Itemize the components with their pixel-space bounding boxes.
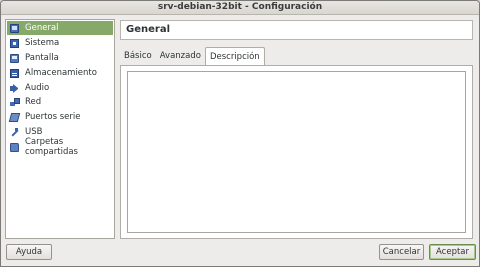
- tab-descripcion[interactable]: Descripción: [204, 47, 265, 66]
- chip-icon: [10, 38, 19, 48]
- monitor-icon: [10, 23, 19, 33]
- sidebar-item-label: Carpetas compartidas: [25, 137, 78, 157]
- sidebar-item-label: Pantalla: [25, 53, 59, 63]
- network-icon: [10, 97, 20, 107]
- sidebar-item-label: USB: [25, 127, 43, 137]
- cancel-button[interactable]: Cancelar: [379, 244, 424, 260]
- folder-icon: [10, 142, 19, 152]
- sidebar-item-label: Audio: [25, 83, 50, 93]
- sidebar-item-audio[interactable]: Audio: [7, 81, 113, 95]
- sidebar-item-label: Red: [25, 97, 42, 107]
- window-title: srv-debian-32bit - Configuración: [1, 1, 479, 15]
- usb-icon: [10, 127, 19, 137]
- storage-icon: [10, 68, 19, 78]
- sidebar-item-sistema[interactable]: Sistema: [7, 36, 113, 50]
- tab-basico[interactable]: Básico: [120, 47, 156, 65]
- sidebar-item-label: General: [25, 23, 59, 33]
- tab-bar: Básico Avanzado Descripción: [120, 47, 265, 66]
- sidebar-item-general[interactable]: General: [7, 21, 113, 35]
- tab-panel-descripcion: [120, 65, 473, 239]
- settings-sidebar: General Sistema Pantalla Almacenamiento …: [5, 19, 115, 239]
- sidebar-item-almacenamiento[interactable]: Almacenamiento: [7, 66, 113, 80]
- display-icon: [10, 53, 19, 63]
- sidebar-item-puertos-serie[interactable]: Puertos serie: [7, 110, 113, 124]
- help-button[interactable]: Ayuda: [6, 244, 52, 260]
- section-header: General: [120, 20, 473, 40]
- sidebar-item-label: Sistema: [25, 38, 60, 48]
- sidebar-item-label: Puertos serie: [25, 112, 81, 122]
- tab-avanzado[interactable]: Avanzado: [156, 47, 205, 65]
- sidebar-item-carpetas-compartidas[interactable]: Carpetas compartidas: [7, 137, 113, 157]
- sidebar-item-label: Almacenamiento: [25, 68, 97, 78]
- speaker-icon: [10, 83, 19, 93]
- serial-port-icon: [8, 112, 21, 122]
- sidebar-item-red[interactable]: Red: [7, 95, 113, 109]
- description-textarea[interactable]: [127, 71, 466, 233]
- settings-window: srv-debian-32bit - Configuración General…: [0, 0, 480, 267]
- accept-button[interactable]: Aceptar: [429, 244, 476, 260]
- sidebar-item-pantalla[interactable]: Pantalla: [7, 51, 113, 65]
